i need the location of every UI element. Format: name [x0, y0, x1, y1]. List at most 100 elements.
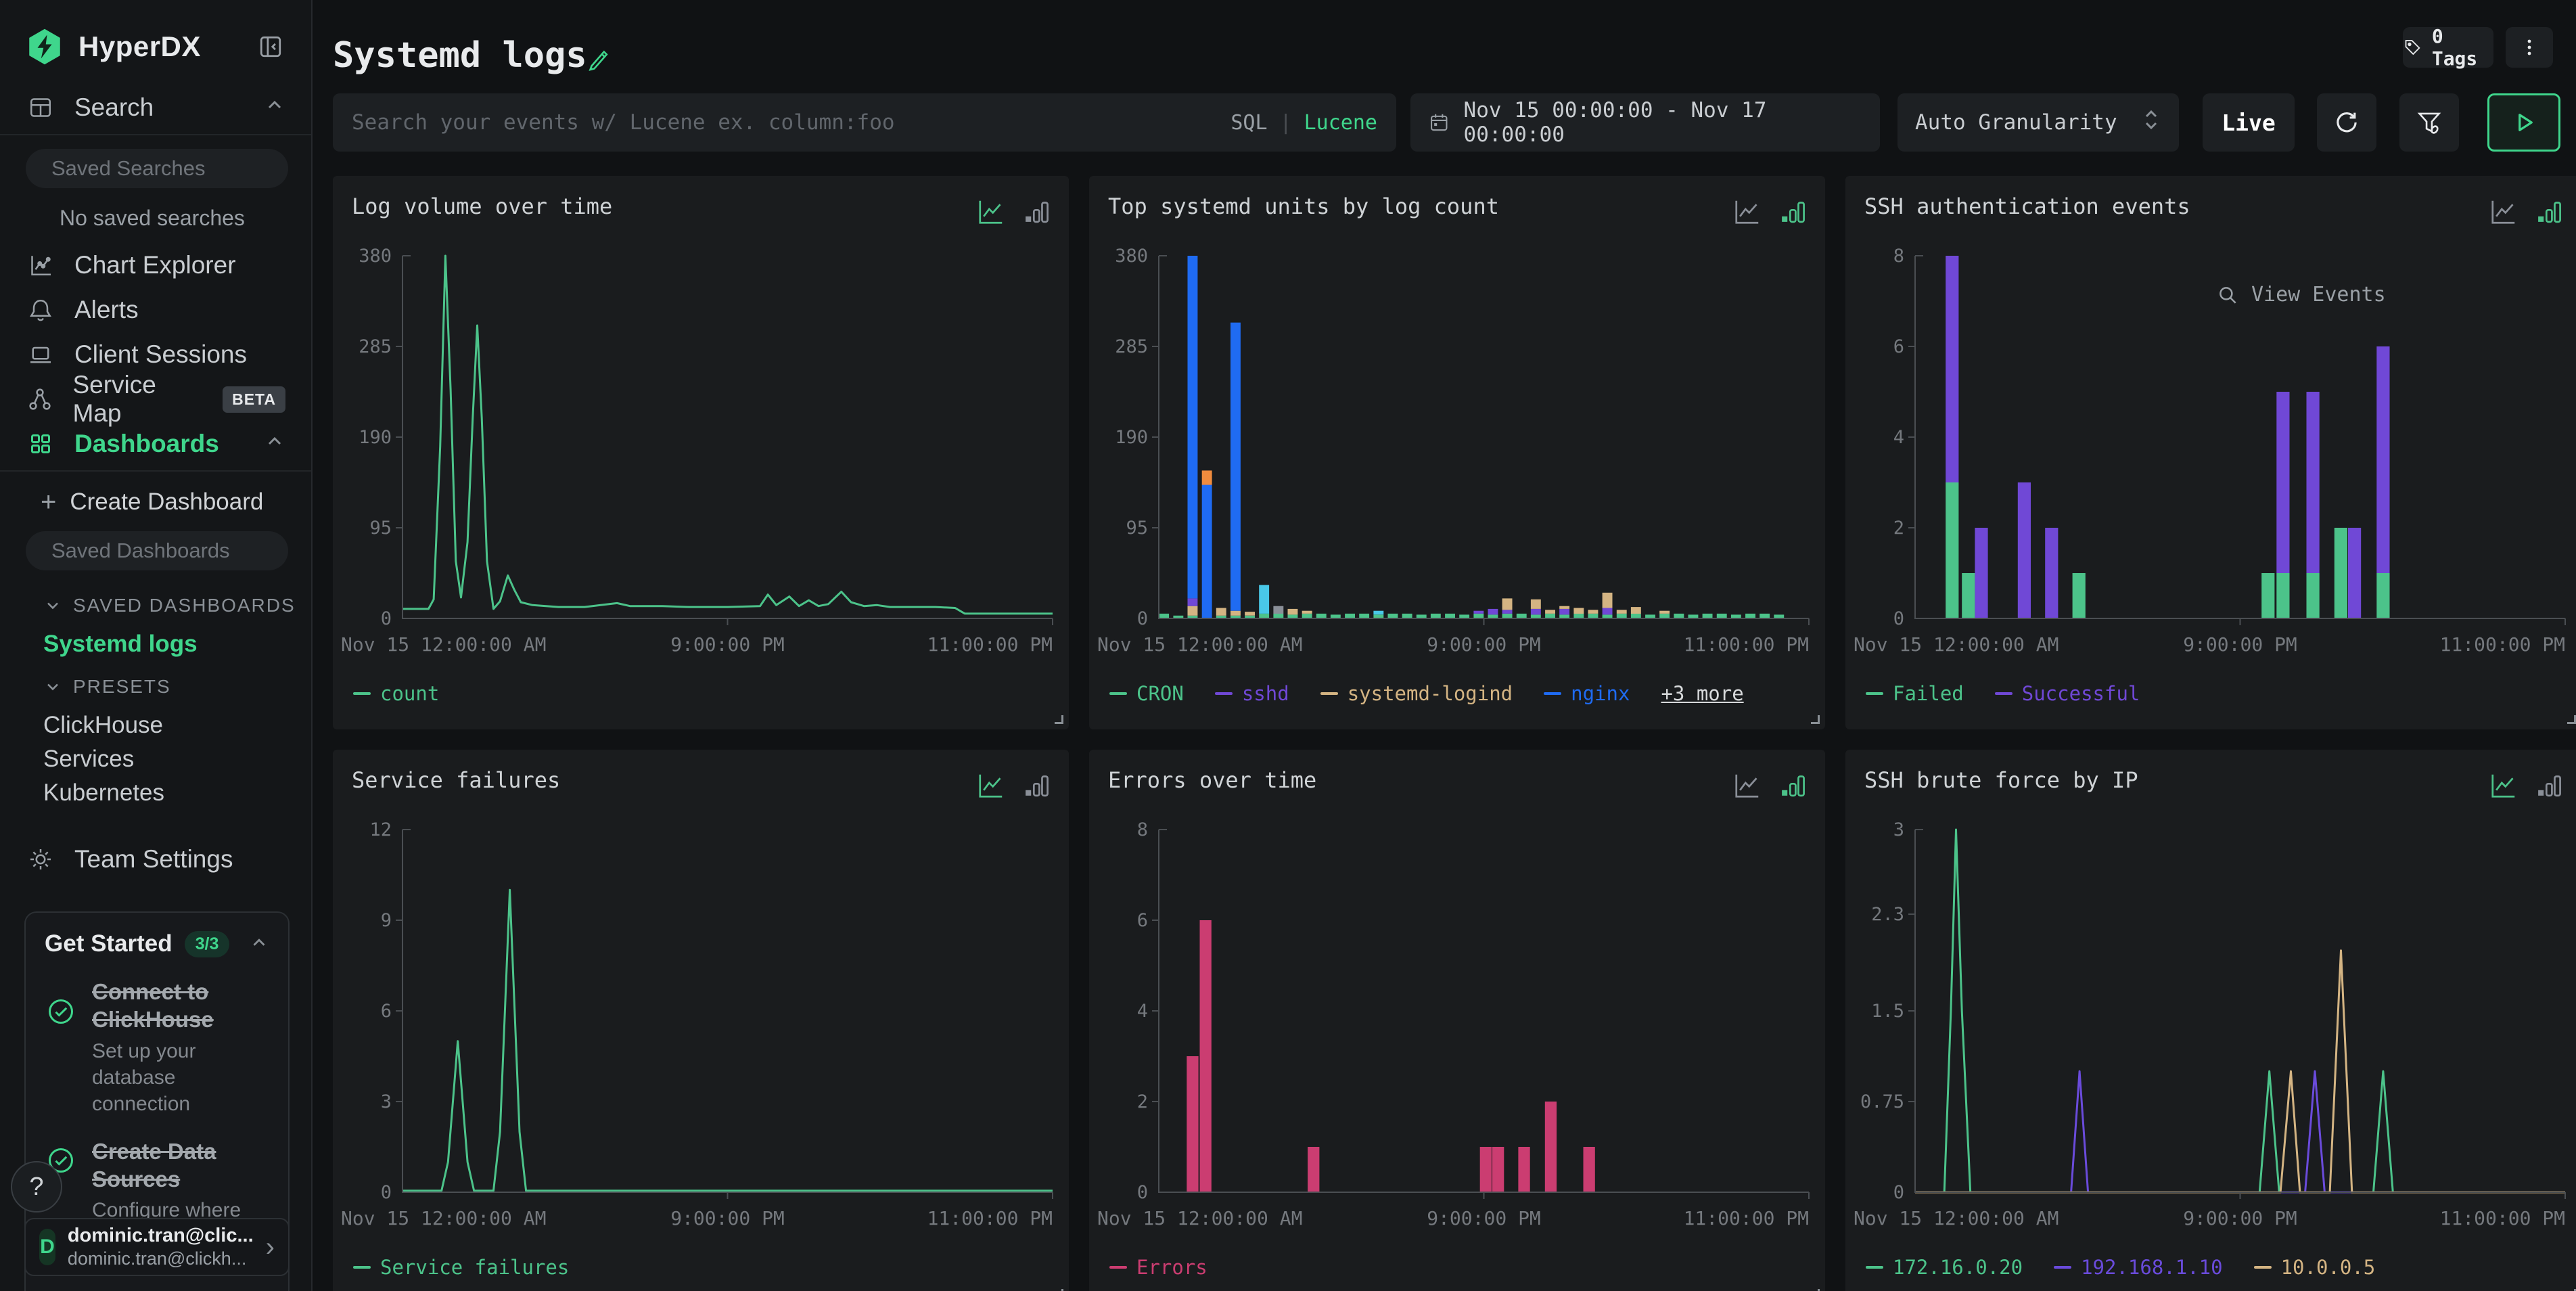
panel-title: Service failures	[352, 767, 560, 793]
resize-handle[interactable]	[1811, 715, 1820, 724]
section-label: SAVED DASHBOARDS	[73, 595, 296, 616]
preset-item-label: ClickHouse	[43, 712, 163, 739]
presets-header[interactable]: PRESETS	[0, 671, 311, 703]
resize-handle[interactable]	[2567, 715, 2576, 724]
svg-text:0: 0	[1137, 1182, 1148, 1203]
panel-title: SSH brute force by IP	[1864, 767, 2138, 793]
chevron-down-icon	[43, 677, 62, 696]
chevron-up-icon[interactable]	[264, 430, 285, 458]
preset-item-kubernetes[interactable]: Kubernetes	[0, 776, 311, 810]
chart-canvas[interactable]: 00.751.52.33Nov 15 12:00:00 AM9:00:00 PM…	[1851, 820, 2576, 1240]
sidebar-item-service-map[interactable]: Service Map BETA	[0, 377, 311, 422]
line-chart-toggle-icon[interactable]	[975, 770, 1007, 801]
granularity-select[interactable]: Auto Granularity	[1898, 93, 2179, 152]
chart-legend: Service failures	[353, 1256, 569, 1279]
event-search-bar[interactable]: SQL | Lucene	[333, 93, 1396, 152]
saved-dashboards-field[interactable]	[51, 539, 313, 563]
refresh-button[interactable]	[2317, 93, 2376, 152]
bar-chart-toggle-icon[interactable]	[2533, 196, 2564, 227]
bar-chart-toggle-icon[interactable]	[1776, 196, 1808, 227]
edit-title-icon[interactable]	[584, 45, 613, 76]
chart-canvas[interactable]: 02468Nov 15 12:00:00 AM9:00:00 PM11:00:0…	[1851, 246, 2576, 666]
legend-more-link[interactable]: +3 more	[1661, 682, 1743, 705]
chevron-up-icon[interactable]	[249, 932, 269, 956]
plus-icon: +	[41, 487, 56, 518]
line-chart-toggle-icon[interactable]	[1732, 770, 1763, 801]
svg-text:3: 3	[1893, 820, 1904, 840]
chart-canvas[interactable]: 095190285380Nov 15 12:00:00 AM9:00:00 PM…	[1095, 246, 1820, 666]
svg-text:2: 2	[1137, 1091, 1148, 1112]
svg-text:Nov 15 12:00:00 AM: Nov 15 12:00:00 AM	[341, 633, 546, 656]
panel-top-systemd-units: Top systemd units by log count 095190285…	[1089, 176, 1825, 729]
bar-chart-toggle-icon[interactable]	[1776, 770, 1808, 801]
search-page-icon	[26, 94, 55, 121]
panel-title: Top systemd units by log count	[1108, 194, 1499, 219]
lucene-toggle[interactable]: Lucene	[1304, 111, 1377, 135]
resize-handle[interactable]	[1055, 715, 1063, 724]
saved-dashboards-header[interactable]: SAVED DASHBOARDS	[0, 589, 311, 622]
filter-edit-icon	[2415, 108, 2443, 137]
sidebar-item-chart-explorer[interactable]: Chart Explorer	[0, 243, 311, 288]
saved-searches-field[interactable]	[51, 156, 313, 181]
sidebar-item-search[interactable]: Search	[0, 85, 311, 130]
line-chart-toggle-icon[interactable]	[2488, 196, 2519, 227]
chevron-up-icon[interactable]	[264, 93, 285, 122]
tags-button[interactable]: 0 Tags	[2403, 27, 2493, 68]
bar-chart-toggle-icon[interactable]	[1020, 770, 1051, 801]
live-button[interactable]: Live	[2203, 93, 2295, 152]
sidebar-collapse-icon[interactable]	[253, 29, 288, 64]
create-dashboard-button[interactable]: + Create Dashboard	[0, 482, 311, 522]
line-chart-toggle-icon[interactable]	[975, 196, 1007, 227]
help-button[interactable]: ?	[11, 1161, 62, 1213]
user-menu[interactable]: D dominic.tran@clic... dominic.tran@clic…	[24, 1218, 290, 1276]
chart-canvas[interactable]: 02468Nov 15 12:00:00 AM9:00:00 PM11:00:0…	[1095, 820, 1820, 1240]
sidebar-item-dashboards[interactable]: Dashboards	[0, 422, 311, 466]
main-content: Systemd logs 0 Tags SQL | Lucene	[314, 0, 2576, 1291]
avatar: D	[39, 1229, 55, 1265]
filter-button[interactable]	[2399, 93, 2459, 152]
preset-item-services[interactable]: Services	[0, 742, 311, 776]
event-search-input[interactable]	[352, 110, 1230, 135]
legend-item: 192.168.1.10	[2054, 1256, 2223, 1279]
chart-legend: 172.16.0.20192.168.1.1010.0.0.5	[1866, 1256, 2375, 1279]
legend-item: nginx	[1544, 682, 1630, 705]
bar-chart-toggle-icon[interactable]	[1020, 196, 1051, 227]
svg-text:11:00:00 PM: 11:00:00 PM	[2440, 633, 2565, 656]
get-started-progress-badge: 3/3	[185, 931, 230, 957]
chart-canvas[interactable]: 095190285380Nov 15 12:00:00 AM9:00:00 PM…	[338, 246, 1063, 666]
svg-text:9:00:00 PM: 9:00:00 PM	[670, 633, 785, 656]
task-connect-clickhouse[interactable]: Connect to ClickHouse Set up your databa…	[45, 978, 269, 1117]
dashboard-menu-button[interactable]	[2506, 27, 2553, 68]
sidebar-item-label: Chart Explorer	[74, 251, 236, 279]
sidebar-item-team-settings[interactable]: Team Settings	[0, 837, 311, 882]
preset-item-clickhouse[interactable]: ClickHouse	[0, 708, 311, 742]
bar-chart-toggle-icon[interactable]	[2533, 770, 2564, 801]
legend-item: 10.0.0.5	[2254, 1256, 2376, 1279]
svg-text:0: 0	[1893, 608, 1904, 629]
sidebar-item-label: Team Settings	[74, 845, 233, 874]
line-chart-toggle-icon[interactable]	[1732, 196, 1763, 227]
svg-text:11:00:00 PM: 11:00:00 PM	[1684, 633, 1809, 656]
run-query-button[interactable]	[2487, 93, 2560, 152]
dashboard-item-systemd-logs[interactable]: Systemd logs	[0, 627, 311, 661]
svg-text:Nov 15 12:00:00 AM: Nov 15 12:00:00 AM	[1097, 633, 1302, 656]
saved-dashboards-input[interactable]: ⌘K	[26, 531, 288, 570]
svg-text:95: 95	[369, 518, 392, 539]
svg-text:0: 0	[381, 1182, 392, 1203]
sidebar-item-alerts[interactable]: Alerts	[0, 288, 311, 332]
chart-canvas[interactable]: 036912Nov 15 12:00:00 AM9:00:00 PM11:00:…	[338, 820, 1063, 1240]
chart-legend: FailedSuccessful	[1866, 682, 2140, 705]
chart-legend: Errors	[1109, 1256, 1208, 1279]
svg-text:1.5: 1.5	[1871, 1001, 1904, 1022]
task-desc: Set up your database connection	[92, 1038, 268, 1117]
chevron-right-icon: ›	[266, 1232, 275, 1263]
date-range-picker[interactable]: Nov 15 00:00:00 - Nov 17 00:00:00	[1410, 93, 1880, 152]
saved-searches-input[interactable]: ⌘K	[26, 149, 288, 188]
help-label: ?	[29, 1173, 43, 1202]
sidebar: HyperDX Search ⌘K No saved searches	[0, 0, 313, 1291]
sql-toggle[interactable]: SQL	[1230, 111, 1267, 135]
live-label: Live	[2222, 110, 2275, 136]
line-chart-toggle-icon[interactable]	[2488, 770, 2519, 801]
svg-text:95: 95	[1126, 518, 1148, 539]
dashboard-grid: Log volume over time 095190285380Nov 15 …	[333, 176, 2576, 1291]
